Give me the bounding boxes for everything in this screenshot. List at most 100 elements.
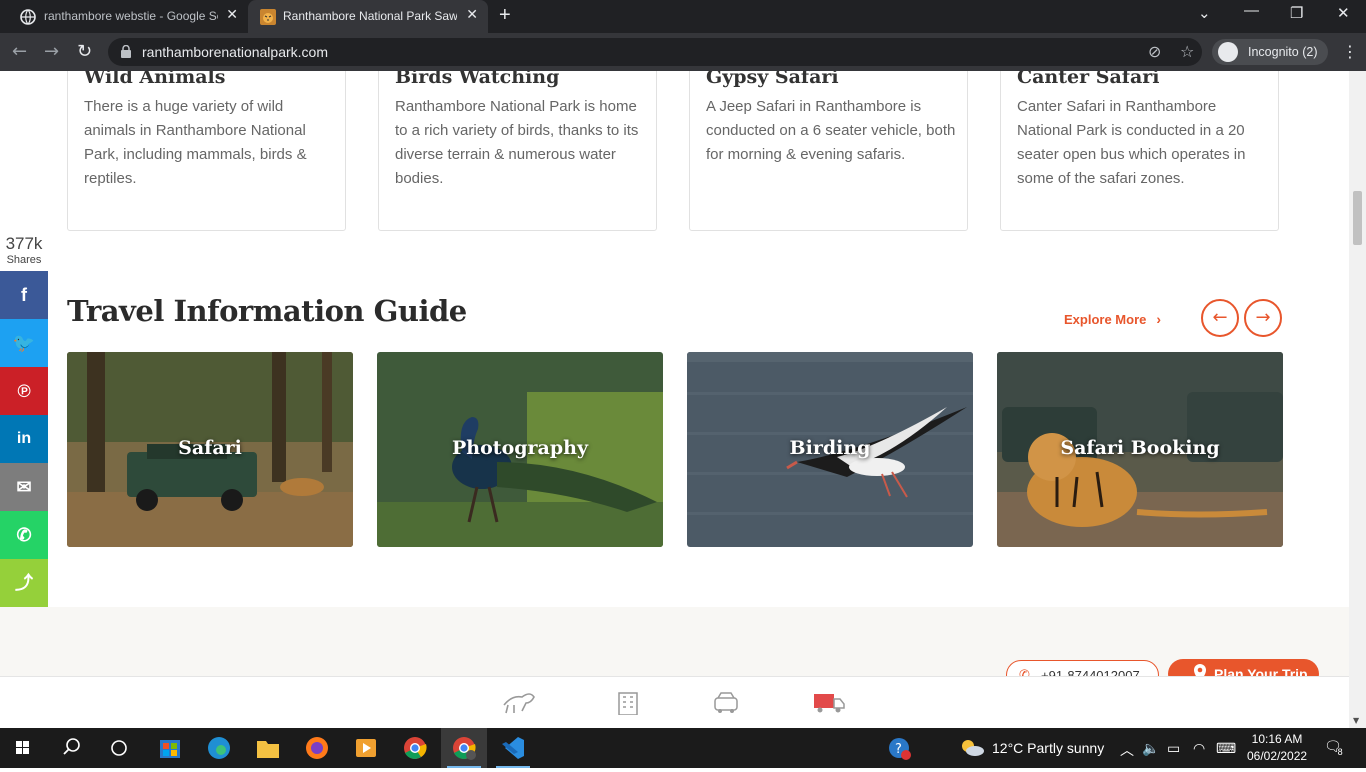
feature-card-birds-watching[interactable]: Birds Watching Ranthambore National Park… <box>378 71 657 231</box>
facebook-icon: f <box>21 285 27 305</box>
file-explorer-icon[interactable] <box>245 728 291 768</box>
weather-text[interactable]: 12°C Partly sunny <box>992 740 1104 756</box>
twitter-share-button[interactable]: 🐦 <box>0 319 48 367</box>
whatsapp-share-button[interactable]: ✆ <box>0 511 48 559</box>
search-icon[interactable] <box>48 728 94 768</box>
share-count-label: Shares <box>6 254 42 266</box>
chevron-right-icon: › <box>1156 311 1162 327</box>
tiger-nav-icon[interactable] <box>502 689 536 715</box>
tab-search-chevron-icon[interactable]: ⌄ <box>1198 4 1211 22</box>
notification-center-button[interactable]: 🗨 8 <box>1324 738 1351 757</box>
card-title: Birds Watching <box>395 71 560 88</box>
weather-partly-sunny-icon <box>962 740 984 756</box>
guide-tile-safari[interactable]: Safari <box>67 352 353 547</box>
tracking-eye-icon[interactable]: ⊘ <box>1148 42 1161 61</box>
windows-taskbar: ? 12°C Partly sunny ︿ 🔈 ▭ ◠ ⌨ 10:16 AM 0… <box>0 728 1366 768</box>
help-tray-icon[interactable]: ? <box>876 728 922 768</box>
close-tab-icon[interactable]: ✕ <box>466 7 478 23</box>
url-text: ranthamborenationalpark.com <box>142 44 328 60</box>
card-text: Canter Safari in Ranthambore National Pa… <box>1017 98 1246 187</box>
tile-label: Birding <box>789 437 871 459</box>
feature-card-canter-safari[interactable]: Canter Safari Canter Safari in Ranthambo… <box>1000 71 1279 231</box>
card-text: Ranthambore National Park is home to a r… <box>395 98 639 187</box>
keyboard-icon[interactable]: ⌨ <box>1216 740 1236 757</box>
forward-button[interactable]: → <box>44 41 59 62</box>
chevron-up-icon[interactable]: ︿ <box>1120 740 1134 760</box>
tile-label: Safari Booking <box>1060 437 1220 459</box>
email-icon: ✉ <box>16 477 32 497</box>
close-window-button[interactable]: ✕ <box>1337 4 1350 22</box>
clock-date: 06/02/2022 <box>1247 749 1308 763</box>
incognito-icon <box>1218 42 1238 62</box>
battery-icon[interactable]: ▭ <box>1167 740 1180 757</box>
address-bar[interactable]: ranthamborenationalpark.com ⊘ ☆ <box>108 38 1202 66</box>
system-clock[interactable]: 10:16 AM 06/02/2022 <box>1247 731 1307 765</box>
scroll-down-arrow-icon[interactable]: ▼ <box>1353 716 1359 725</box>
delivery-truck-icon[interactable] <box>812 689 846 715</box>
share-counter: 377k Shares <box>2 234 46 266</box>
feature-card-gypsy-safari[interactable]: Gypsy Safari A Jeep Safari in Ranthambor… <box>689 71 968 231</box>
media-player-icon[interactable] <box>343 728 389 768</box>
linkedin-icon: in <box>16 430 32 447</box>
vscode-taskbar-button[interactable] <box>490 728 536 768</box>
card-title: Gypsy Safari <box>706 71 839 88</box>
tab-label: Ranthambore National Park Sawai <box>283 9 457 23</box>
pinterest-icon: ℗ <box>17 381 31 401</box>
tile-label: Photography <box>452 437 588 459</box>
whatsapp-icon: ✆ <box>16 525 32 545</box>
restore-button[interactable]: ❐ <box>1290 4 1303 22</box>
car-taxi-icon[interactable] <box>709 689 743 715</box>
share-icon: ⤴ <box>15 573 33 593</box>
store-icon[interactable] <box>147 728 193 768</box>
tiger-favicon-icon <box>260 9 276 25</box>
web-page: Wild Animals There is a huge variety of … <box>0 71 1366 728</box>
pinterest-share-button[interactable]: ℗ <box>0 367 48 415</box>
linkedin-share-button[interactable]: in <box>0 415 48 463</box>
browser-tab-strip: ranthambore webstie - Google Se ✕ Rantha… <box>0 0 1366 33</box>
lock-icon <box>121 45 131 58</box>
tab-label: ranthambore webstie - Google Se <box>44 9 218 23</box>
email-share-button[interactable]: ✉ <box>0 463 48 511</box>
carousel-prev-button[interactable]: ← <box>1201 299 1239 337</box>
new-tab-button[interactable]: + <box>499 4 511 27</box>
page-scrollbar[interactable]: ▼ <box>1349 71 1366 728</box>
back-button[interactable]: ← <box>12 41 27 62</box>
twitter-icon: 🐦 <box>12 333 36 353</box>
clock-time: 10:16 AM <box>1251 732 1303 746</box>
windows-start-icon[interactable] <box>0 728 46 768</box>
generic-share-button[interactable]: ⤴ <box>0 559 48 607</box>
incognito-label: Incognito (2) <box>1248 45 1318 59</box>
guide-tile-photography[interactable]: Photography <box>377 352 663 547</box>
edge-icon[interactable] <box>196 728 242 768</box>
chrome-incognito-icon <box>453 737 476 760</box>
travel-guide-heading: Travel Information Guide <box>67 294 467 328</box>
card-text: A Jeep Safari in Ranthambore is conducte… <box>706 98 956 163</box>
carousel-next-button[interactable]: → <box>1244 299 1282 337</box>
tab-google-search[interactable]: ranthambore webstie - Google Se ✕ <box>0 0 248 33</box>
incognito-badge[interactable]: Incognito (2) <box>1212 39 1328 65</box>
guide-tile-birding[interactable]: Birding <box>687 352 973 547</box>
hotel-building-icon[interactable] <box>611 689 645 715</box>
tab-ranthambore[interactable]: Ranthambore National Park Sawai ✕ <box>248 0 488 33</box>
bottom-nav-bar <box>0 676 1349 728</box>
explore-more-link[interactable]: Explore More › <box>1064 311 1161 327</box>
task-view-icon[interactable] <box>96 728 142 768</box>
firefox-icon[interactable] <box>294 728 340 768</box>
chrome-icon[interactable] <box>392 728 438 768</box>
guide-tile-safari-booking[interactable]: Safari Booking <box>997 352 1283 547</box>
google-globe-icon <box>20 9 36 25</box>
facebook-share-button[interactable]: f <box>0 271 48 319</box>
scrollbar-thumb[interactable] <box>1353 191 1362 245</box>
minimize-button[interactable]: — <box>1244 2 1259 19</box>
reload-button[interactable]: ↻ <box>77 41 92 62</box>
explore-more-label: Explore More <box>1064 312 1147 327</box>
bookmark-star-icon[interactable]: ☆ <box>1180 42 1194 61</box>
menu-kebab-icon[interactable]: ⋮ <box>1342 42 1358 61</box>
share-count: 377k <box>5 234 43 253</box>
chrome-incognito-taskbar-button[interactable] <box>441 728 487 768</box>
card-title: Canter Safari <box>1017 71 1160 88</box>
volume-icon[interactable]: 🔈 <box>1142 740 1159 757</box>
close-tab-icon[interactable]: ✕ <box>226 7 238 23</box>
wifi-icon[interactable]: ◠ <box>1193 740 1205 757</box>
feature-card-wild-animals[interactable]: Wild Animals There is a huge variety of … <box>67 71 346 231</box>
